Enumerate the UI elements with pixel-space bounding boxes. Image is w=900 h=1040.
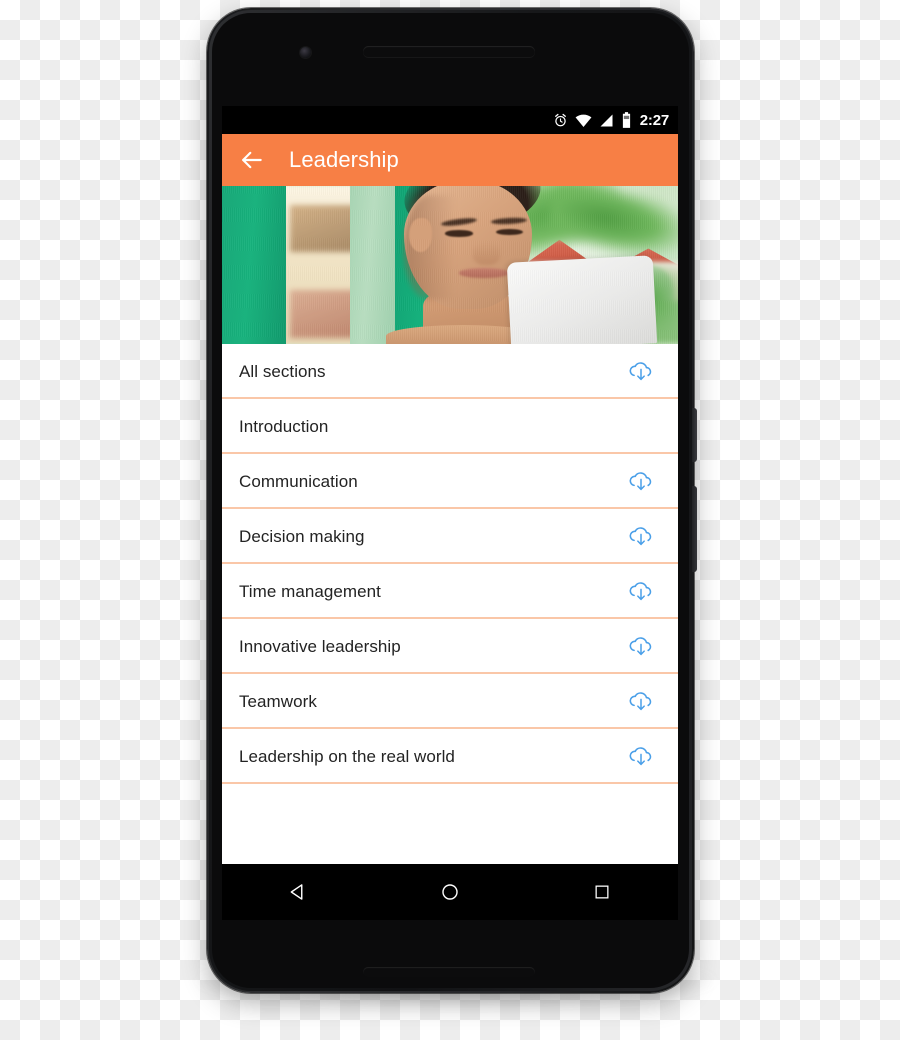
nav-recents-icon[interactable] xyxy=(585,875,619,909)
list-item[interactable]: Communication xyxy=(222,454,678,509)
list-empty-area xyxy=(222,784,678,858)
phone-screen: 2:27 Leadership All sections Introductio… xyxy=(222,106,678,864)
back-arrow-icon[interactable] xyxy=(239,147,265,173)
cloud-download-icon[interactable] xyxy=(626,357,656,387)
list-item[interactable]: Teamwork xyxy=(222,674,678,729)
android-navigation-bar xyxy=(222,864,678,920)
cloud-download-icon[interactable] xyxy=(626,467,656,497)
list-item[interactable]: Leadership on the real world xyxy=(222,729,678,784)
cloud-download-icon[interactable] xyxy=(626,632,656,662)
cloud-download-icon[interactable] xyxy=(626,687,656,717)
app-bar: Leadership xyxy=(222,134,678,186)
status-bar: 2:27 xyxy=(222,106,678,134)
bottom-speaker xyxy=(363,967,535,977)
battery-icon xyxy=(621,112,632,128)
list-item[interactable]: Time management xyxy=(222,564,678,619)
section-list: All sections Introduction Communication Dec… xyxy=(222,344,678,784)
power-button[interactable] xyxy=(692,408,697,462)
list-item-label: All sections xyxy=(239,361,326,381)
wifi-icon xyxy=(575,113,592,128)
earpiece-speaker xyxy=(363,46,535,57)
list-item-label: Introduction xyxy=(239,416,329,436)
volume-button[interactable] xyxy=(692,486,697,572)
list-item-label: Teamwork xyxy=(239,691,317,711)
cellular-signal-icon xyxy=(599,113,614,128)
cloud-download-icon[interactable] xyxy=(626,577,656,607)
hero-wall-texture xyxy=(222,186,678,344)
nav-back-icon[interactable] xyxy=(281,875,315,909)
hero-image xyxy=(222,186,678,344)
page-title: Leadership xyxy=(289,147,399,172)
front-camera xyxy=(300,47,311,58)
list-item-label: Decision making xyxy=(239,526,365,546)
list-item[interactable]: Introduction xyxy=(222,399,678,454)
list-item-label: Innovative leadership xyxy=(239,636,401,656)
list-item-label: Time management xyxy=(239,581,381,601)
list-item[interactable]: All sections xyxy=(222,344,678,399)
list-item[interactable]: Innovative leadership xyxy=(222,619,678,674)
status-bar-clock: 2:27 xyxy=(639,111,669,129)
cloud-download-icon[interactable] xyxy=(626,522,656,552)
list-item-label: Leadership on the real world xyxy=(239,746,455,766)
alarm-icon xyxy=(553,113,568,128)
cloud-download-icon[interactable] xyxy=(626,742,656,772)
nav-home-icon[interactable] xyxy=(433,875,467,909)
list-item[interactable]: Decision making xyxy=(222,509,678,564)
list-item-label: Communication xyxy=(239,471,358,491)
